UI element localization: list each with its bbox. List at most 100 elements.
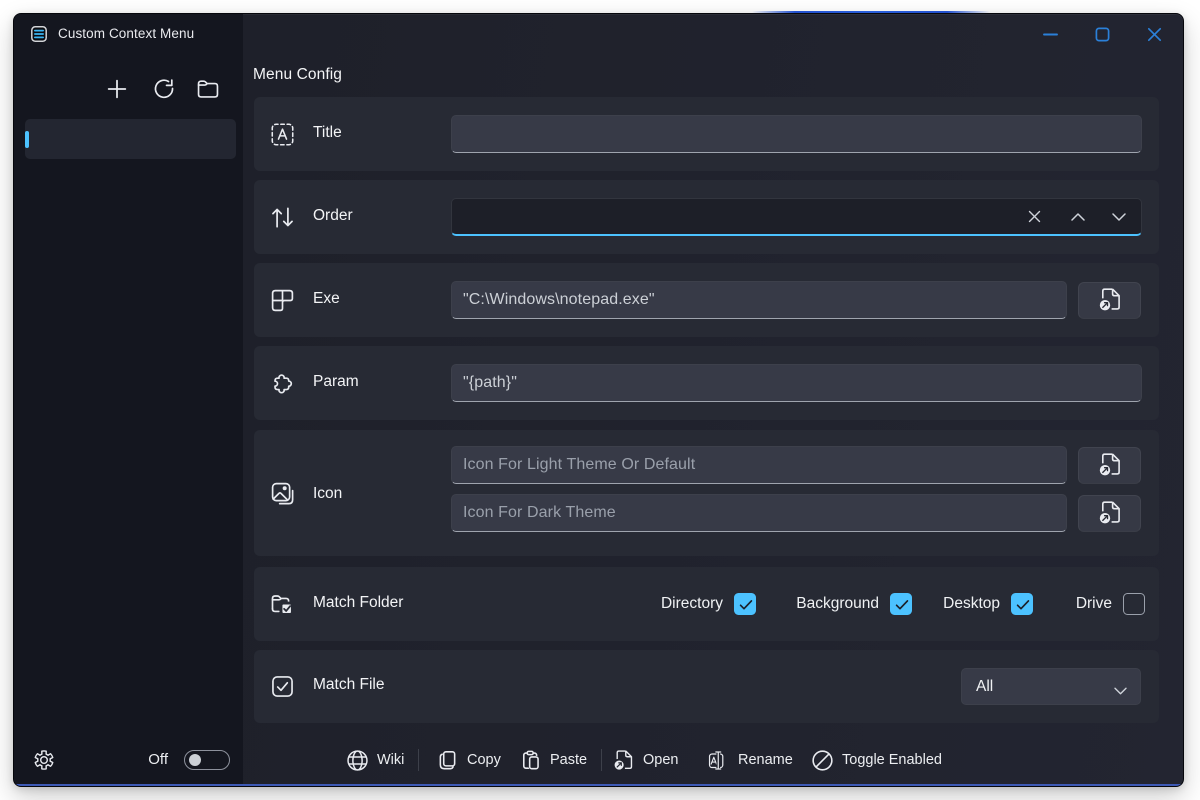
paste-button[interactable]: Paste xyxy=(520,744,587,776)
drive-checkbox[interactable] xyxy=(1123,593,1145,615)
sort-arrows-icon xyxy=(271,206,294,229)
open-file-icon xyxy=(1098,453,1122,477)
copy-icon xyxy=(439,750,456,769)
decrement-button[interactable] xyxy=(1099,201,1139,232)
image-icon xyxy=(271,482,294,505)
toolbar-button-label: Toggle Enabled xyxy=(842,752,942,768)
window-title: Custom Context Menu xyxy=(58,26,195,41)
check-icon xyxy=(895,600,909,610)
row-label: Param xyxy=(313,373,359,390)
row-label: Match Folder xyxy=(313,594,404,611)
row-label: Icon xyxy=(313,485,343,502)
gear-icon xyxy=(34,750,54,770)
browse-exe-button[interactable] xyxy=(1078,281,1141,319)
selection-indicator xyxy=(25,130,29,148)
chevron-down-icon xyxy=(1114,682,1127,700)
row-label: Exe xyxy=(313,290,340,307)
folder-check-icon xyxy=(271,593,294,616)
enabled-toggle[interactable] xyxy=(184,750,230,770)
globe-icon xyxy=(347,749,368,771)
rename-button[interactable]: Rename xyxy=(708,744,793,776)
settings-button[interactable] xyxy=(34,750,54,770)
close-button[interactable] xyxy=(1131,19,1177,49)
refresh-button[interactable] xyxy=(153,78,175,100)
toolbar-divider xyxy=(601,749,602,771)
close-icon xyxy=(1147,27,1161,41)
open-folder-button[interactable] xyxy=(197,78,219,100)
order-row: Order xyxy=(254,180,1159,254)
clear-icon xyxy=(1028,210,1040,223)
background-checkbox[interactable] xyxy=(890,593,912,615)
match-folder-row: Match Folder Directory Background Deskto… xyxy=(254,567,1159,641)
open-file-icon xyxy=(613,750,634,771)
toolbar-divider xyxy=(418,749,419,771)
add-button[interactable] xyxy=(106,78,128,100)
app-window-icon xyxy=(271,289,294,312)
exe-input[interactable] xyxy=(451,281,1067,319)
action-toolbar: Wiki Copy Paste Open Rename Toggle Enabl… xyxy=(243,736,1183,784)
rename-box-icon xyxy=(271,122,294,146)
checkbox-label: Drive xyxy=(1075,595,1112,612)
icon-dark-input[interactable] xyxy=(451,494,1067,532)
window-controls xyxy=(943,14,1183,54)
minimize-button[interactable] xyxy=(1027,19,1073,49)
toolbar-button-label: Open xyxy=(643,752,679,768)
maximize-icon xyxy=(1095,27,1109,41)
icon-light-input[interactable] xyxy=(451,446,1067,484)
app-logo-icon xyxy=(31,26,47,42)
wiki-button[interactable]: Wiki xyxy=(347,744,404,776)
row-label: Title xyxy=(313,124,342,141)
clear-button[interactable] xyxy=(1014,201,1054,232)
checkbox-label: Directory xyxy=(660,595,723,612)
toolbar-button-label: Wiki xyxy=(377,752,405,768)
enabled-toggle-label: Off xyxy=(148,751,168,768)
sidebar-toolbar xyxy=(14,78,243,100)
browse-dark-icon-button[interactable] xyxy=(1078,494,1141,532)
page-title: Menu Config xyxy=(253,66,342,83)
row-label: Order xyxy=(313,207,353,224)
open-folder-icon xyxy=(197,80,219,98)
toolbar-button-label: Rename xyxy=(738,752,793,768)
toggle-knob xyxy=(189,754,201,766)
rename-icon xyxy=(708,750,724,770)
exe-row: Exe xyxy=(254,263,1159,337)
desktop: Custom Context Menu Off Menu Config Titl… xyxy=(0,0,1200,800)
param-input[interactable] xyxy=(451,364,1142,402)
match-file-row: Match File All xyxy=(254,650,1159,723)
background-checkbox-group: Background xyxy=(796,593,912,615)
open-button[interactable]: Open xyxy=(613,744,678,776)
open-file-icon xyxy=(1098,501,1122,525)
check-icon xyxy=(1016,600,1030,610)
title-input[interactable] xyxy=(451,115,1142,153)
checkbox-label: Background xyxy=(796,595,879,612)
dropdown-value: All xyxy=(976,677,994,695)
directory-checkbox-group: Directory xyxy=(661,593,756,615)
window-bottom-edge xyxy=(14,783,1183,786)
add-icon xyxy=(107,79,127,99)
refresh-icon xyxy=(154,79,174,99)
increment-button[interactable] xyxy=(1058,201,1098,232)
browse-light-icon-button[interactable] xyxy=(1078,446,1141,484)
sidebar: Custom Context Menu Off xyxy=(14,14,243,786)
maximize-button[interactable] xyxy=(1079,19,1125,49)
drive-checkbox-group: Drive xyxy=(1076,593,1145,615)
chevron-down-icon xyxy=(1112,212,1126,221)
block-icon xyxy=(812,749,833,771)
toggle-enabled-button[interactable]: Toggle Enabled xyxy=(812,744,942,776)
checkbox-icon xyxy=(271,675,294,698)
icon-row: Icon xyxy=(254,430,1159,556)
menu-list-item[interactable] xyxy=(25,119,236,159)
app-window: Custom Context Menu Off Menu Config Titl… xyxy=(13,13,1184,787)
desktop-checkbox[interactable] xyxy=(1011,593,1033,615)
row-label: Match File xyxy=(313,676,385,693)
directory-checkbox[interactable] xyxy=(734,593,756,615)
copy-button[interactable]: Copy xyxy=(437,744,501,776)
minimize-icon xyxy=(1042,33,1058,35)
checkbox-label: Desktop xyxy=(943,595,1000,612)
open-file-icon xyxy=(1098,288,1122,312)
match-file-dropdown[interactable]: All xyxy=(961,668,1141,705)
paste-icon xyxy=(522,750,540,770)
title-row: Title xyxy=(254,97,1159,171)
toolbar-button-label: Paste xyxy=(550,752,588,768)
desktop-checkbox-group: Desktop xyxy=(943,593,1033,615)
